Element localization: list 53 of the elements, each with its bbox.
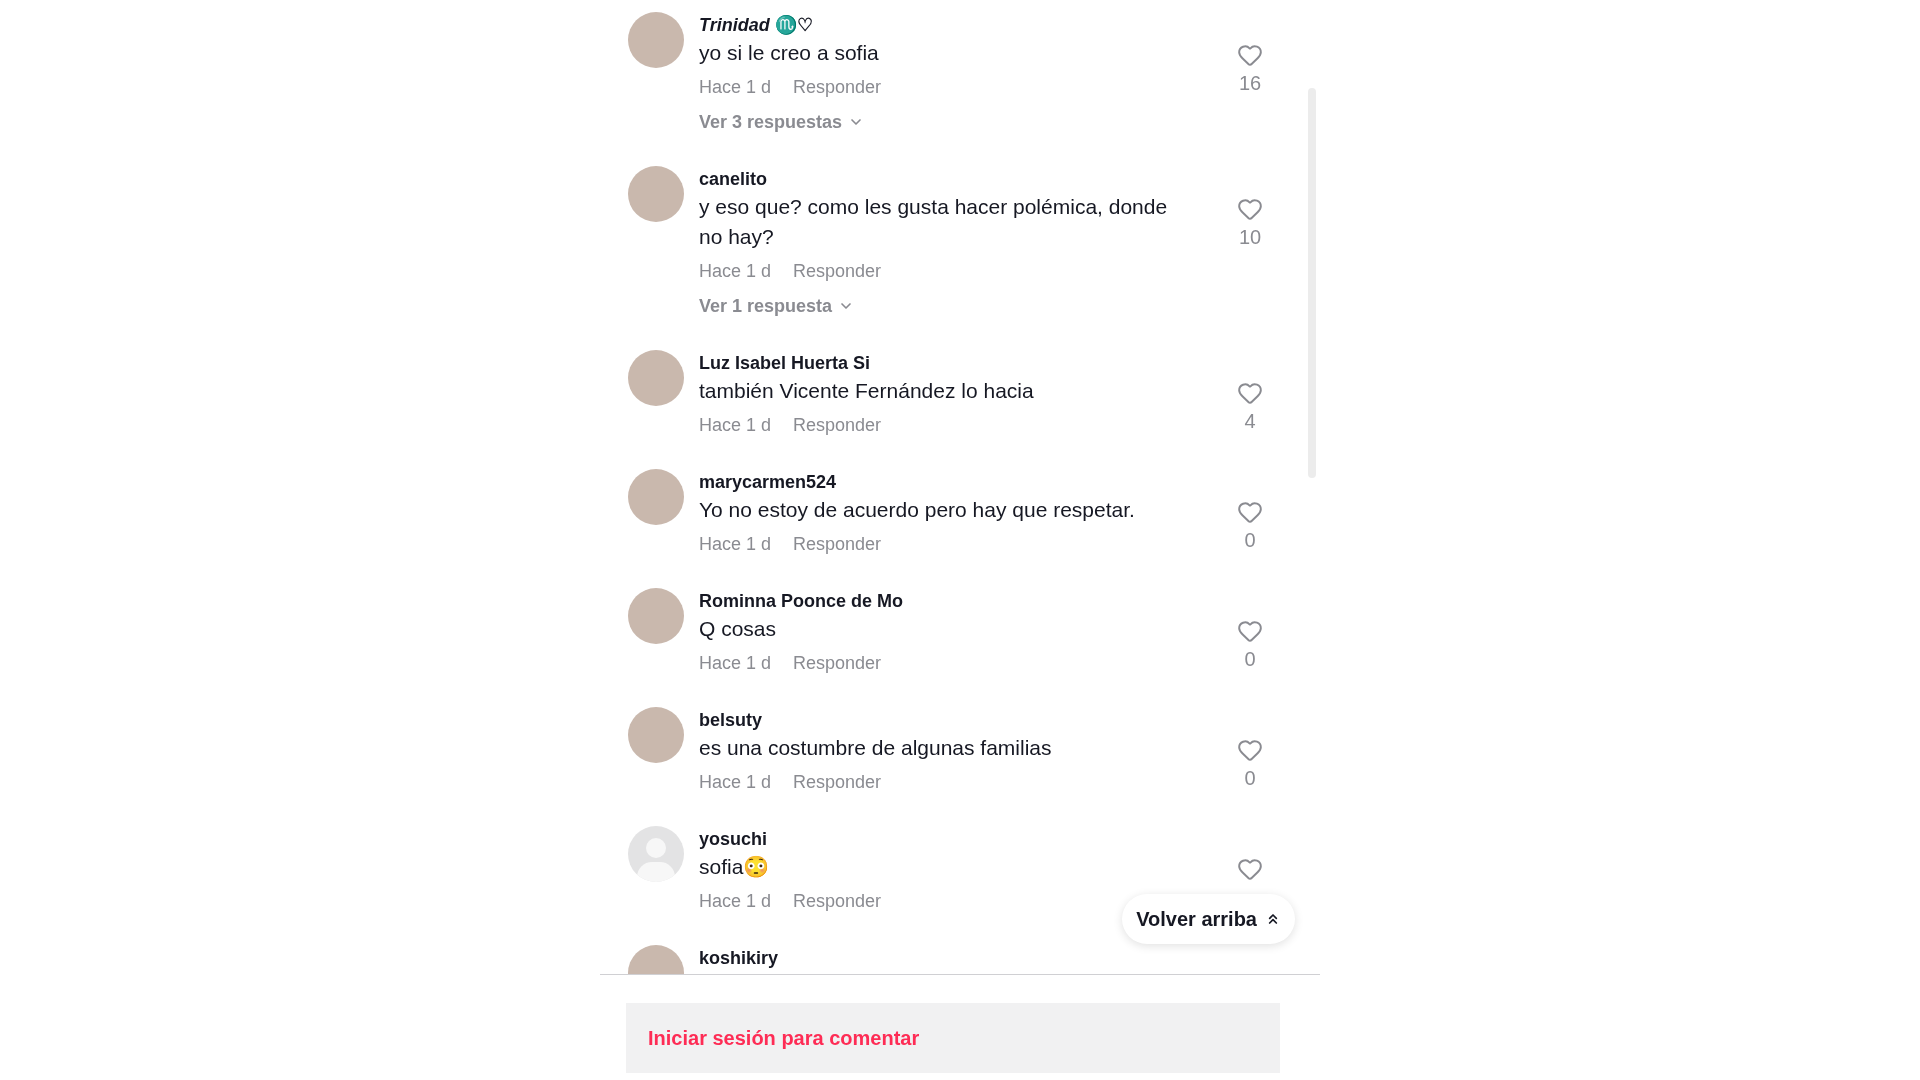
username[interactable]: belsuty <box>699 707 1208 733</box>
reply-link[interactable]: Responder <box>793 74 882 100</box>
like-count: 10 <box>1238 225 1262 250</box>
login-to-comment-bar[interactable]: Iniciar sesión para comentar <box>626 1003 1280 1073</box>
comment-time: Hace 1 d <box>699 260 772 283</box>
username[interactable]: Rominna Poonce de Mo <box>699 588 1208 614</box>
like-count: 0 <box>1244 528 1256 553</box>
heart-icon[interactable] <box>1237 856 1263 882</box>
heart-icon[interactable] <box>1237 196 1263 222</box>
like-count: 16 <box>1238 71 1262 96</box>
like-count: 0 <box>1244 647 1256 672</box>
username[interactable]: Luz Isabel Huerta Si <box>699 350 1208 376</box>
username[interactable]: koshikiry <box>699 945 1252 971</box>
avatar-photo-placeholder[interactable] <box>628 12 684 68</box>
avatar-photo-placeholder[interactable] <box>628 469 684 525</box>
comment-text: sofia😳 <box>699 854 771 880</box>
heart-icon[interactable] <box>1237 42 1263 68</box>
username[interactable]: yosuchi <box>699 826 1208 852</box>
username[interactable]: Trinidad ♏♡ <box>699 12 1208 38</box>
reply-link[interactable]: Responder <box>793 258 882 284</box>
username[interactable]: canelito <box>699 166 1208 192</box>
like-count: 0 <box>1244 766 1256 791</box>
reply-link[interactable]: Responder <box>793 531 882 557</box>
reply-link[interactable]: Responder <box>793 769 882 795</box>
reply-link[interactable]: Responder <box>793 650 882 676</box>
heart-icon[interactable] <box>1237 380 1263 406</box>
avatar-photo-placeholder[interactable] <box>628 350 684 406</box>
comment-text: es una costumbre de algunas familias <box>699 735 1053 761</box>
comment-text: Yo no estoy de acuerdo pero hay que respetar. <box>699 497 1136 523</box>
avatar-photo-placeholder[interactable] <box>628 166 684 222</box>
comment-time: Hace 1 d <box>699 890 772 913</box>
view-replies-link[interactable]: Ver 1 respuesta <box>699 293 855 319</box>
avatar-photo-placeholder[interactable] <box>628 588 684 644</box>
back-to-top-button[interactable]: Volver arriba <box>1122 894 1295 944</box>
comment-time: Hace 1 d <box>699 76 772 99</box>
comment-time: Hace 1 d <box>699 771 772 794</box>
heart-icon[interactable] <box>1237 499 1263 525</box>
comment-time: Hace 1 d <box>699 533 772 556</box>
username[interactable]: marycarmen524 <box>699 469 1208 495</box>
comment-time: Hace 1 d <box>699 652 772 675</box>
view-replies-link[interactable]: Ver 3 respuestas <box>699 109 865 135</box>
comment-text: Q cosas <box>699 616 778 642</box>
comment-text: y eso que? como les gusta hacer polémica, donde no hay? <box>699 194 1169 250</box>
like-count: 4 <box>1244 409 1256 434</box>
reply-link[interactable]: Responder <box>793 888 882 914</box>
comment-time: Hace 1 d <box>699 414 772 437</box>
heart-icon[interactable] <box>1237 618 1263 644</box>
comment-text: yo si le creo a sofia <box>699 40 880 66</box>
avatar-photo-placeholder[interactable] <box>628 707 684 763</box>
avatar-silhouette <box>628 826 684 882</box>
comment-text: también Vicente Fernández lo hacia <box>699 378 1035 404</box>
reply-link[interactable]: Responder <box>793 412 882 438</box>
heart-icon[interactable] <box>1237 737 1263 763</box>
